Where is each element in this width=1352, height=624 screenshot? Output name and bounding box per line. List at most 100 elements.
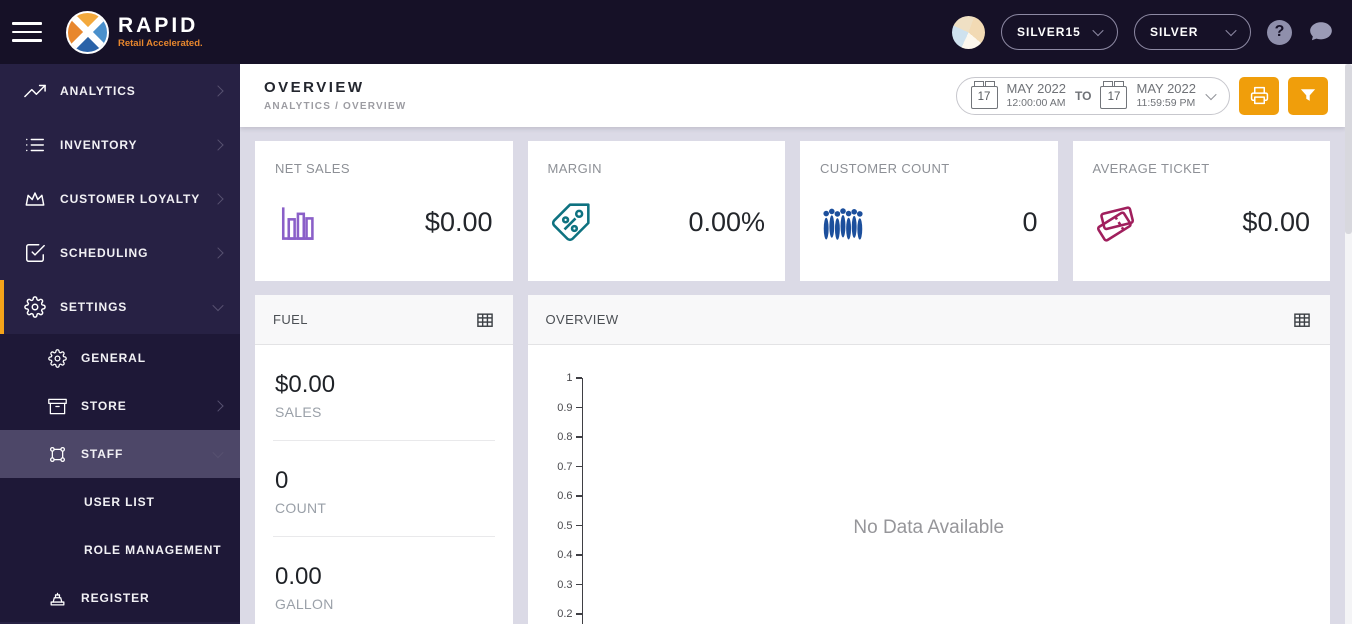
chevron-down-icon [1225, 24, 1237, 37]
help-icon[interactable]: ? [1267, 19, 1292, 45]
chevron-right-icon [212, 85, 224, 97]
people-group-icon [820, 202, 866, 244]
overview-panel-header: OVERVIEW [527, 295, 1330, 345]
to-month: MAY 2022 [1136, 81, 1196, 96]
chevron-down-icon [1092, 24, 1104, 37]
sidebar-item-label: STAFF [81, 447, 124, 461]
table-grid-icon[interactable] [475, 310, 495, 330]
date-range-picker[interactable]: 17 MAY 2022 12:00:00 AM TO 17 MAY 2022 1… [955, 76, 1230, 115]
sidebar-item-store[interactable]: STORE [0, 382, 240, 430]
logo-title: RAPID [118, 14, 199, 37]
main-content: OVERVIEW ANALYTICS / OVERVIEW 17 MAY 202… [240, 64, 1345, 624]
account-selector-dropdown[interactable]: SILVER [1134, 14, 1251, 50]
kpi-label: AVERAGE TICKET [1092, 161, 1210, 176]
sidebar-item-label: ANALYTICS [60, 84, 136, 98]
chevron-down-icon [212, 299, 224, 312]
fuel-panel-header: FUEL [255, 295, 513, 345]
archive-box-icon [48, 397, 67, 416]
fuel-metric-gallon: 0.00 GALLON [273, 537, 495, 624]
sidebar-item-general[interactable]: GENERAL [0, 334, 240, 382]
account-selector-label: SILVER [1150, 25, 1199, 39]
fuel-value: $0.00 [275, 371, 336, 398]
chat-icon[interactable] [1308, 19, 1334, 45]
fuel-label: GALLON [275, 596, 334, 612]
sidebar-item-customer-loyalty[interactable]: CUSTOMER LOYALTY [0, 172, 240, 226]
sidebar-item-staff[interactable]: STAFF [0, 430, 240, 478]
sidebar: ANALYTICS INVENTORY CUSTOMER LOYALTY SCH… [0, 64, 240, 624]
gear-icon [48, 348, 67, 368]
chevron-right-icon [212, 193, 224, 205]
date-range-separator: TO [1075, 88, 1092, 103]
kpi-value: $0.00 [1242, 207, 1310, 237]
fuel-label: COUNT [275, 500, 327, 516]
from-month: MAY 2022 [1006, 81, 1067, 96]
kpi-value: 0 [1022, 207, 1038, 237]
sidebar-item-role-management[interactable]: ROLE MANAGEMENT [0, 526, 240, 574]
sidebar-item-settings[interactable]: SETTINGS [0, 280, 240, 334]
sidebar-item-label: STORE [81, 399, 127, 413]
rapid-logo[interactable]: RAPID Retail Accelerated. [66, 10, 203, 54]
sidebar-item-user-list[interactable]: USER LIST [0, 478, 240, 526]
from-day: 17 [977, 91, 991, 103]
fuel-value: 0.00 [275, 563, 322, 590]
check-square-icon [24, 242, 46, 264]
kpi-label: NET SALES [275, 161, 350, 176]
kpi-card-net-sales: NET SALES $0.00 [255, 141, 513, 281]
fuel-label: SALES [275, 404, 322, 420]
table-grid-icon[interactable] [1292, 310, 1312, 330]
sidebar-item-label: GENERAL [81, 351, 146, 365]
fuel-value: 0 [275, 467, 289, 494]
sidebar-item-label: SETTINGS [60, 300, 128, 314]
kpi-value: $0.00 [424, 207, 493, 237]
sidebar-item-label: REGISTER [81, 591, 150, 605]
crown-icon [24, 188, 46, 210]
sidebar-item-label: ROLE MANAGEMENT [84, 543, 222, 557]
kpi-value: 0.00% [688, 207, 765, 237]
chevron-right-icon [212, 400, 224, 412]
gear-icon [24, 296, 46, 318]
logo-mark-icon [66, 10, 109, 54]
no-data-message: No Data Available [853, 517, 1005, 538]
overview-panel: OVERVIEW 1 0.9 0.8 0.7 0.6 0.5 0.4 0.3 0.2 No Da… [527, 295, 1331, 624]
fuel-metric-count: 0 COUNT [273, 441, 495, 537]
y-axis-line [581, 378, 583, 624]
sidebar-item-inventory[interactable]: INVENTORY [0, 118, 240, 172]
kpi-card-margin: MARGIN 0.00% [527, 141, 785, 281]
topbar: RAPID Retail Accelerated. SILVER15 SILVE… [0, 0, 1352, 64]
page-header: OVERVIEW ANALYTICS / OVERVIEW 17 MAY 202… [240, 64, 1345, 127]
bar-chart-icon [275, 201, 319, 245]
overview-chart: 1 0.9 0.8 0.7 0.6 0.5 0.4 0.3 0.2 No Data Availa… [528, 345, 1331, 624]
vertical-scrollbar[interactable] [1345, 64, 1352, 624]
page-title: OVERVIEW [264, 79, 365, 96]
avatar[interactable] [952, 15, 985, 49]
kpi-card-average-ticket: AVERAGE TICKET $0.00 [1072, 141, 1330, 281]
hamburger-icon[interactable] [12, 16, 58, 48]
panel-title: FUEL [273, 312, 308, 327]
sidebar-item-label: INVENTORY [60, 138, 138, 152]
sidebar-item-label: USER LIST [84, 495, 155, 509]
calendar-icon: 17 [970, 81, 998, 109]
chevron-right-icon [212, 139, 224, 151]
tickets-icon [1093, 201, 1137, 245]
store-selector-dropdown[interactable]: SILVER15 [1001, 14, 1118, 50]
fuel-metric-sales: $0.00 SALES [273, 345, 495, 441]
breadcrumb: ANALYTICS / OVERVIEW [264, 101, 407, 112]
kpi-label: CUSTOMER COUNT [820, 161, 950, 176]
filter-button[interactable] [1288, 76, 1328, 115]
sidebar-item-label: CUSTOMER LOYALTY [60, 192, 201, 206]
cash-register-icon [48, 589, 67, 608]
sidebar-item-scheduling[interactable]: SCHEDULING [0, 226, 240, 280]
kpi-label: MARGIN [547, 161, 602, 176]
filter-icon [1299, 87, 1317, 105]
to-time: 11:59:59 PM [1136, 96, 1196, 109]
printer-icon [1250, 86, 1269, 105]
chevron-down-icon [1205, 88, 1217, 100]
sidebar-item-register[interactable]: REGISTER [0, 574, 240, 622]
scrollbar-thumb[interactable] [1345, 64, 1352, 234]
sidebar-item-label: SCHEDULING [60, 246, 149, 260]
sidebar-item-analytics[interactable]: ANALYTICS [0, 64, 240, 118]
fuel-panel: FUEL $0.00 SALES 0 COUNT 0.00 GALLON [255, 295, 513, 624]
to-day: 17 [1107, 91, 1121, 103]
print-button[interactable] [1239, 76, 1279, 115]
panel-title: OVERVIEW [545, 312, 619, 327]
